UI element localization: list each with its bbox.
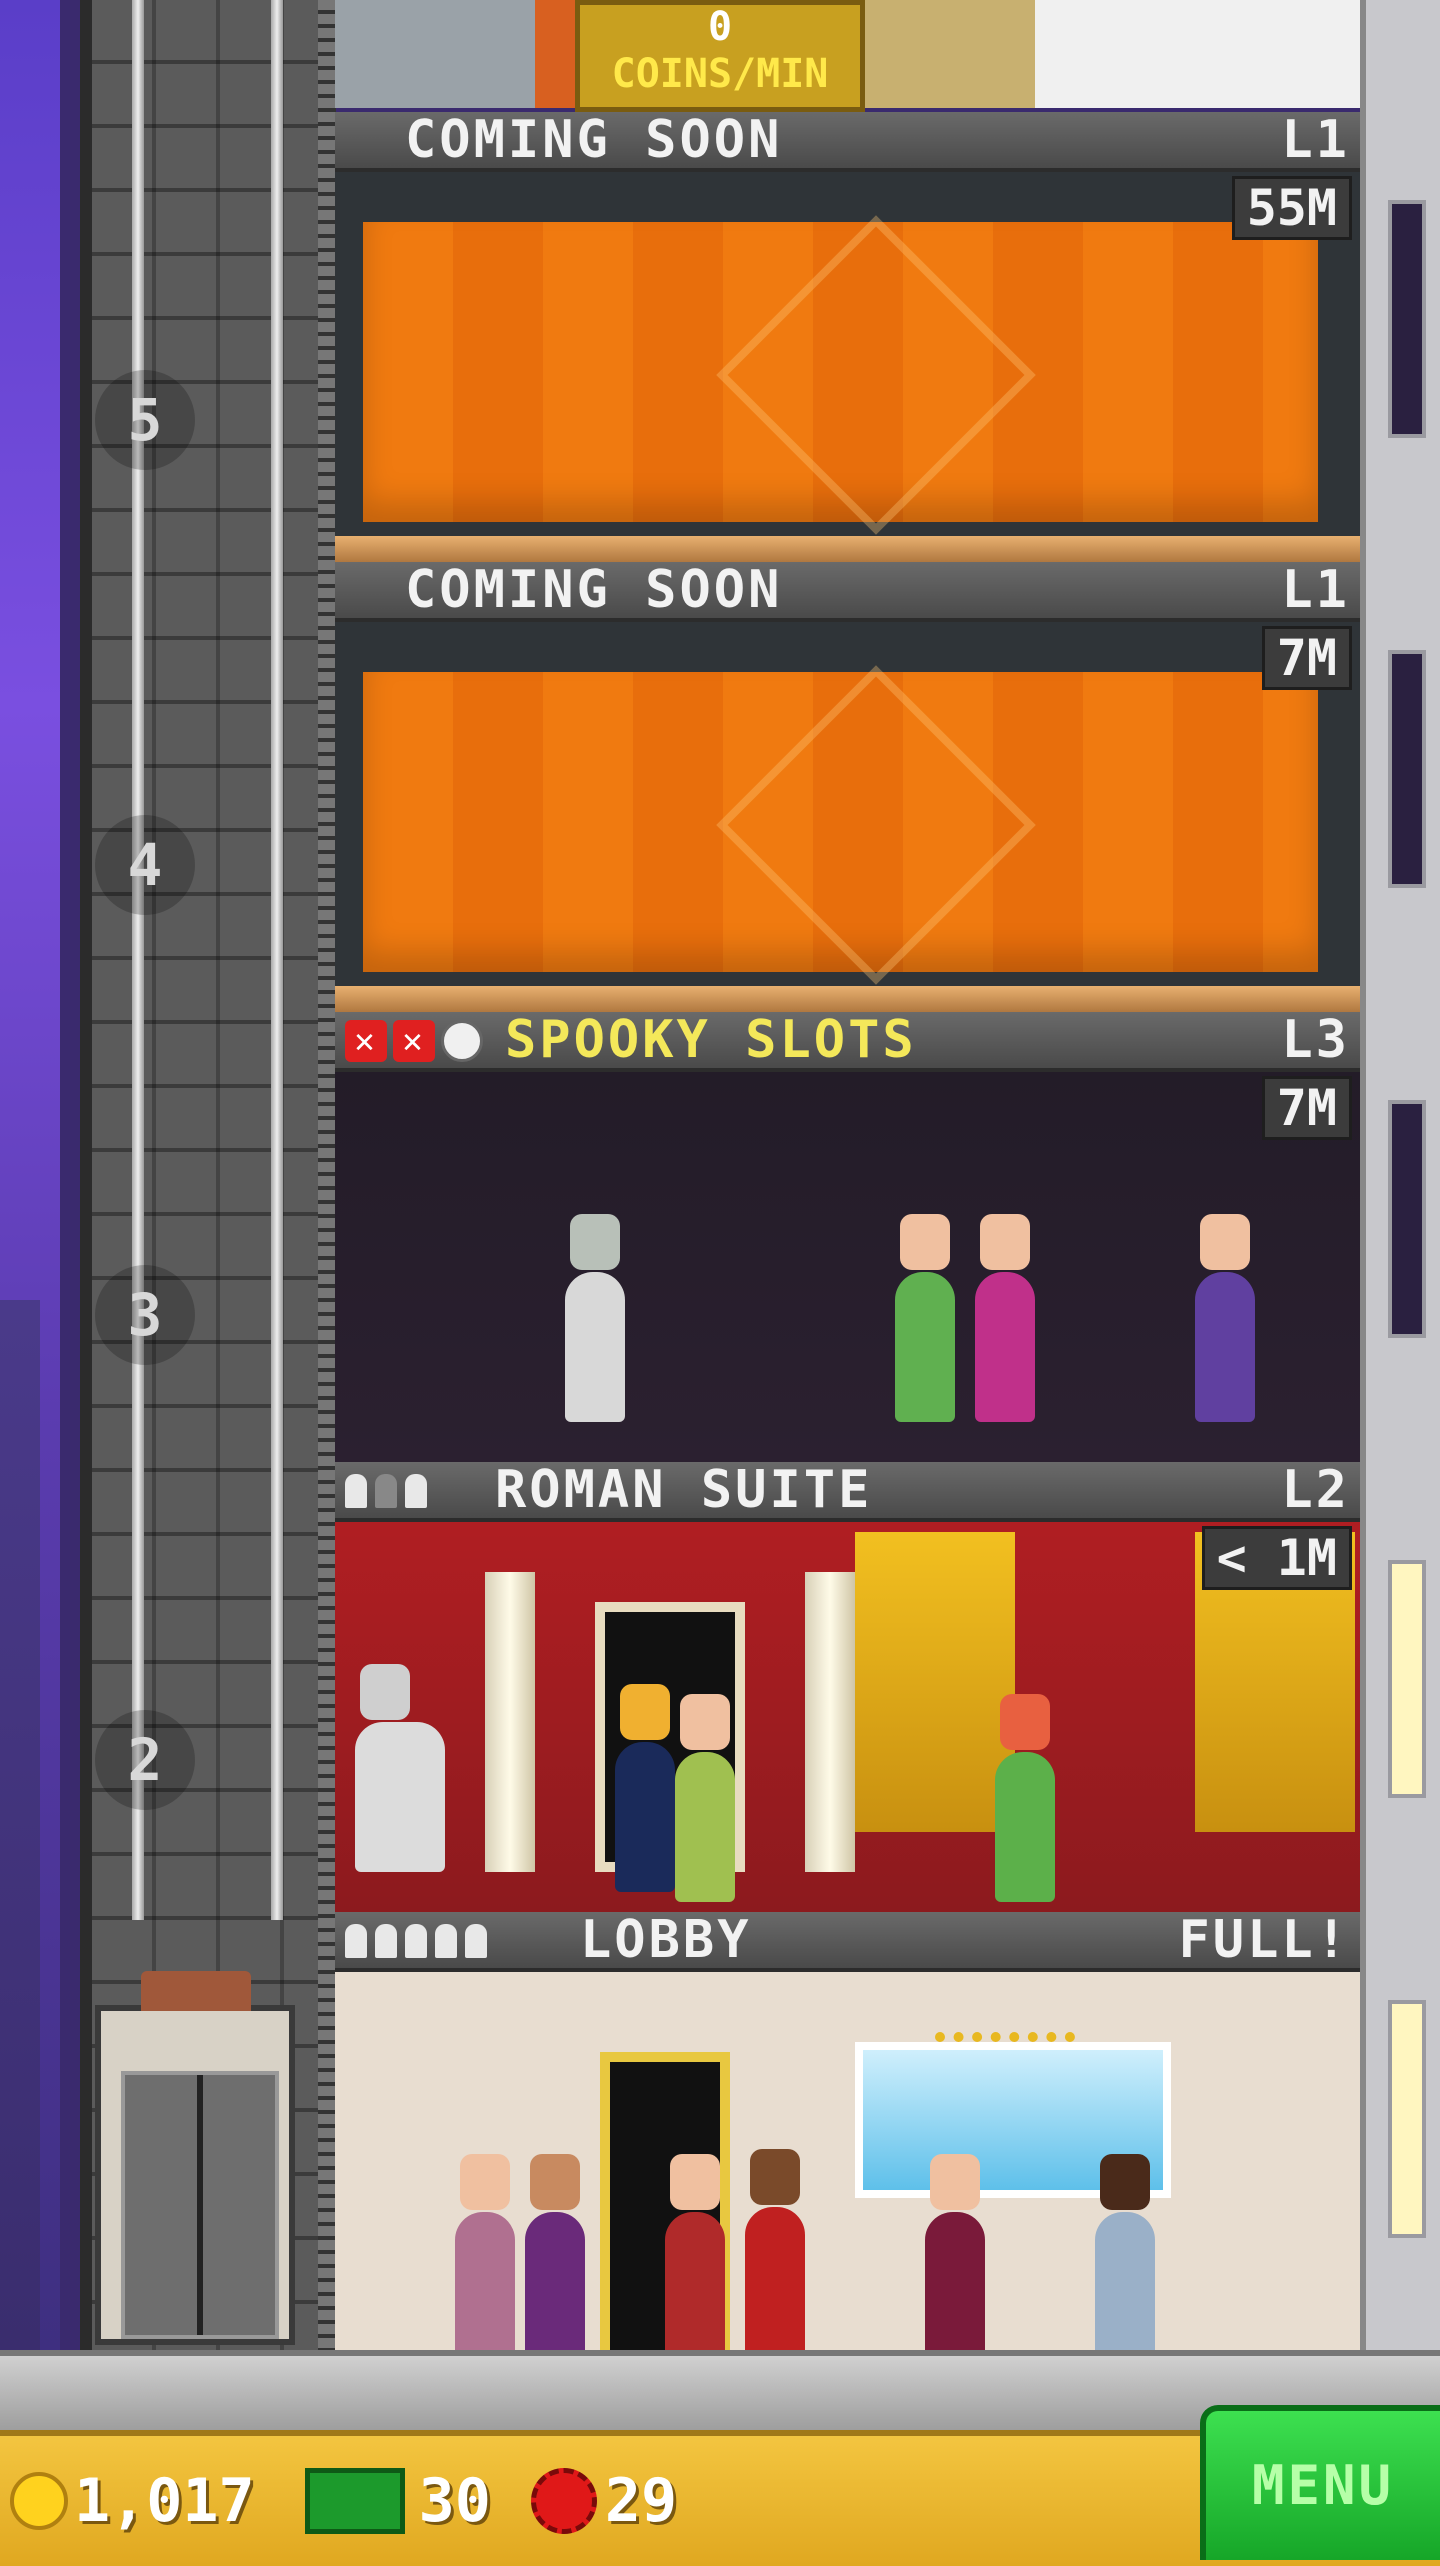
bitizen[interactable] [665,2154,725,2362]
ticket-icon [530,2468,597,2534]
column [485,1572,535,1872]
floor-number-3: 3 [95,1265,195,1365]
floor-roman-suite[interactable]: ROMAN SUITE L2 < 1M [335,1462,1360,1912]
floor-title-bar: COMING SOON L1 [335,112,1360,172]
floor-number-2: 2 [95,1710,195,1810]
coins-per-min-badge: 0 COINS/MIN [575,0,865,112]
person-icon [375,1924,397,1958]
floor-number-4: 4 [95,815,195,915]
bitizen[interactable] [995,1694,1055,1902]
floor-room [335,1972,1360,2362]
bitizen[interactable] [525,2154,585,2362]
elevator-cable [271,0,283,1920]
floor-level: L2 [1281,1462,1350,1520]
coins-counter[interactable]: 1,017 [10,2466,255,2536]
construction-sign-icon [716,665,1036,985]
bitizen[interactable] [675,1694,735,1902]
coins-per-min-label: COINS/MIN [611,51,829,97]
tower-window [1388,200,1426,438]
elevator-rail [318,0,336,2350]
stop-x-icon: ✕ [345,1020,387,1062]
bitizen[interactable] [1095,2154,1155,2362]
coins-value: 1,017 [74,2466,255,2536]
floor-coming-soon-1[interactable]: COMING SOON L1 55M [335,112,1360,562]
tickets-value: 29 [604,2466,678,2536]
bux-icon [304,2468,405,2534]
floor-timer: 7M [1261,626,1352,690]
floor-level: L1 [1281,562,1350,620]
person-icon [375,1474,397,1508]
bellhop[interactable] [745,2149,805,2357]
lobby-capacity [345,1924,487,1958]
bux-counter[interactable]: 30 [265,2466,491,2536]
tower-window [1388,650,1426,888]
tower-window [1388,1560,1426,1798]
column [805,1572,855,1872]
floor-spooky-slots[interactable]: ✕ ✕ SPOOKY SLOTS L3 7M [335,1012,1360,1462]
construction-curtain [363,665,1318,985]
floor-name: COMING SOON [405,112,783,170]
floor-level: L3 [1281,1012,1350,1070]
floor-timer: < 1M [1201,1526,1352,1590]
floor-timer: 55M [1231,176,1352,240]
statue [355,1664,445,1872]
floor-ledge [335,986,1360,1012]
floor-ledge [335,536,1360,562]
person-icon [405,1924,427,1958]
floor-name: COMING SOON [405,562,783,620]
construction-sign-icon [716,215,1036,535]
construction-curtain [363,215,1318,535]
zombie-character[interactable] [565,1214,625,1422]
tower-window [1388,2000,1426,2238]
tickets-counter[interactable]: 29 [501,2466,677,2536]
resident-count [345,1474,427,1508]
stop-x-icon: ✕ [393,1020,435,1062]
bitizen[interactable] [1195,1214,1255,1422]
lobby-status: FULL! [1178,1912,1350,1970]
floor-name: LOBBY [580,1912,752,1970]
bitizen[interactable] [615,1684,675,1892]
person-icon [345,1924,367,1958]
floor-lobby[interactable]: LOBBY FULL! [335,1912,1360,2362]
floor-title-bar: COMING SOON L1 [335,562,1360,622]
bitizen[interactable] [925,2154,985,2362]
chandelier [935,1992,1075,2042]
bitizen[interactable] [895,1214,955,1422]
floor-name: SPOOKY SLOTS [505,1012,917,1070]
floor-level: L1 [1281,112,1350,170]
person-icon [345,1474,367,1508]
menu-button[interactable]: MENU [1200,2405,1440,2560]
tower-edge [1360,0,1440,2350]
elevator-car[interactable] [95,1971,295,2345]
floor-title-bar: LOBBY FULL! [335,1912,1360,1972]
floor-timer: 7M [1261,1076,1352,1140]
floor-name: ROMAN SUITE [495,1462,873,1520]
clock-icon [441,1020,483,1062]
bitizen[interactable] [975,1214,1035,1422]
bux-value: 30 [418,2466,491,2536]
elevator-cable [132,0,144,1920]
floor-title-bar: ✕ ✕ SPOOKY SLOTS L3 [335,1012,1360,1072]
background-building [0,1300,40,2350]
floor-room [335,1072,1360,1462]
elevator-doors [121,2071,279,2339]
restock-status[interactable]: ✕ ✕ [345,1020,483,1062]
floor-number-5: 5 [95,370,195,470]
elevator-top [141,1971,251,2011]
person-icon [435,1924,457,1958]
person-icon [405,1474,427,1508]
bitizen[interactable] [455,2154,515,2362]
gold-drape [855,1532,1015,1832]
coin-icon [10,2472,68,2530]
floor-title-bar: ROMAN SUITE L2 [335,1462,1360,1522]
coins-per-min-value: 0 [707,4,733,50]
tower-window [1388,1100,1426,1338]
person-icon [465,1924,487,1958]
floor-coming-soon-2[interactable]: COMING SOON L1 7M [335,562,1360,1012]
